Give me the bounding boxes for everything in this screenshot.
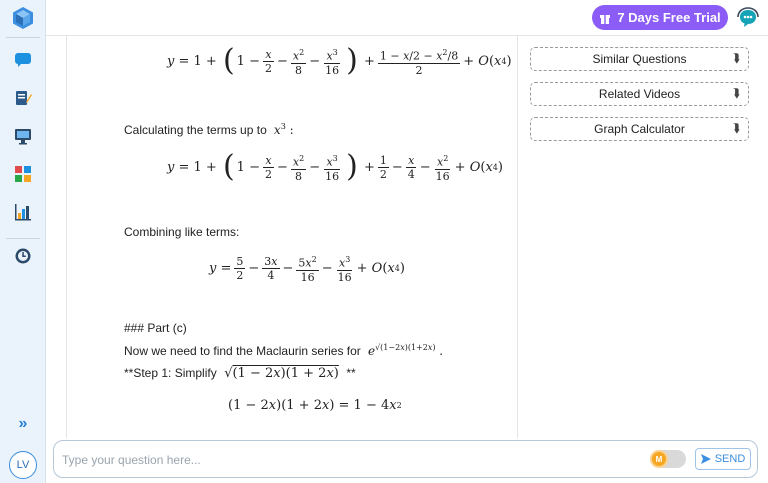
question-input-bar: M SEND — [46, 438, 768, 483]
inline-math: √(1 − 2x)(1 + 2x) — [220, 366, 339, 381]
graph-calculator-label: Graph Calculator — [594, 122, 685, 136]
support-chat-icon[interactable] — [736, 6, 760, 30]
mode-toggle[interactable]: M — [650, 450, 686, 468]
right-panel: Similar Questions ⮯ Related Videos ⮯ Gra… — [519, 36, 768, 438]
dashboard-icon — [15, 166, 31, 182]
top-bar: 7 Days Free Trial — [46, 0, 768, 36]
inline-math: e√(1−2x)(1+2x) . — [367, 343, 444, 358]
left-sidebar: » LV — [0, 0, 46, 483]
question-input[interactable] — [62, 449, 622, 471]
monitor-icon — [15, 129, 31, 145]
send-icon — [700, 454, 711, 464]
free-trial-label: 7 Days Free Trial — [617, 10, 721, 25]
sidebar-item-history[interactable] — [13, 246, 33, 266]
sidebar-divider — [6, 238, 40, 239]
equation-expansion: y = 1 + (1 − x 2− x2 8− x3 16) + 1 − x/2 − … — [167, 43, 512, 79]
chart-icon — [15, 204, 31, 221]
history-icon — [15, 248, 31, 264]
text-part-c: ### Part (c) — [124, 321, 187, 335]
chat-icon — [15, 53, 31, 67]
similar-questions-toggle[interactable]: Similar Questions ⮯ — [530, 47, 749, 71]
text-terms-up-to: Calculating the terms up to x3 : — [124, 122, 294, 137]
double-chevron-down-icon: ⮯ — [732, 121, 740, 135]
free-trial-button[interactable]: 7 Days Free Trial — [592, 5, 728, 30]
sidebar-item-chat[interactable] — [13, 50, 33, 70]
related-videos-label: Related Videos — [598, 87, 681, 101]
send-label: SEND — [714, 453, 746, 465]
notes-icon — [16, 91, 32, 105]
app-logo-icon[interactable] — [11, 6, 35, 30]
inline-math: x3 : — [273, 122, 294, 137]
sidebar-item-monitor[interactable] — [13, 126, 33, 146]
mode-toggle-knob: M — [650, 450, 668, 468]
sidebar-item-dashboard[interactable] — [13, 164, 33, 184]
sidebar-item-analytics[interactable] — [13, 202, 33, 222]
app-window: » LV 7 Days Free Trial y = 1 + (1 − x 2− … — [0, 0, 768, 483]
graph-calculator-toggle[interactable]: Graph Calculator ⮯ — [530, 117, 749, 141]
double-chevron-down-icon: ⮯ — [732, 51, 740, 65]
solution-content: y = 1 + (1 − x 2− x2 8− x3 16) + 1 − x/2 − … — [66, 36, 518, 438]
expand-sidebar-button[interactable]: » — [13, 414, 33, 434]
sidebar-item-notes[interactable] — [13, 88, 33, 108]
question-input-container: M SEND — [53, 440, 758, 478]
gift-icon — [600, 15, 611, 24]
text-step1: **Step 1: Simplify √(1 − 2x)(1 + 2x) ** — [124, 366, 356, 381]
equation-terms: y = 1 + (1 − x 2− x2 8− x3 16) + 1 2− x 4− x2… — [167, 149, 503, 185]
text-combining: Combining like terms: — [124, 225, 240, 239]
equation-simplify: (1 − 2 x)(1 + 2 x) = 1 − 4x2 — [228, 398, 402, 413]
send-button[interactable]: SEND — [695, 448, 751, 470]
similar-questions-label: Similar Questions — [592, 52, 687, 66]
equation-combined: y = 5 2− 3x 4− 5x2 16− x3 16 + O(x 4) — [209, 254, 405, 284]
double-chevron-down-icon: ⮯ — [732, 86, 740, 100]
avatar[interactable]: LV — [9, 451, 37, 479]
sidebar-divider — [6, 37, 40, 38]
text-maclaurin: Now we need to find the Maclaurin series… — [124, 343, 444, 358]
related-videos-toggle[interactable]: Related Videos ⮯ — [530, 82, 749, 106]
